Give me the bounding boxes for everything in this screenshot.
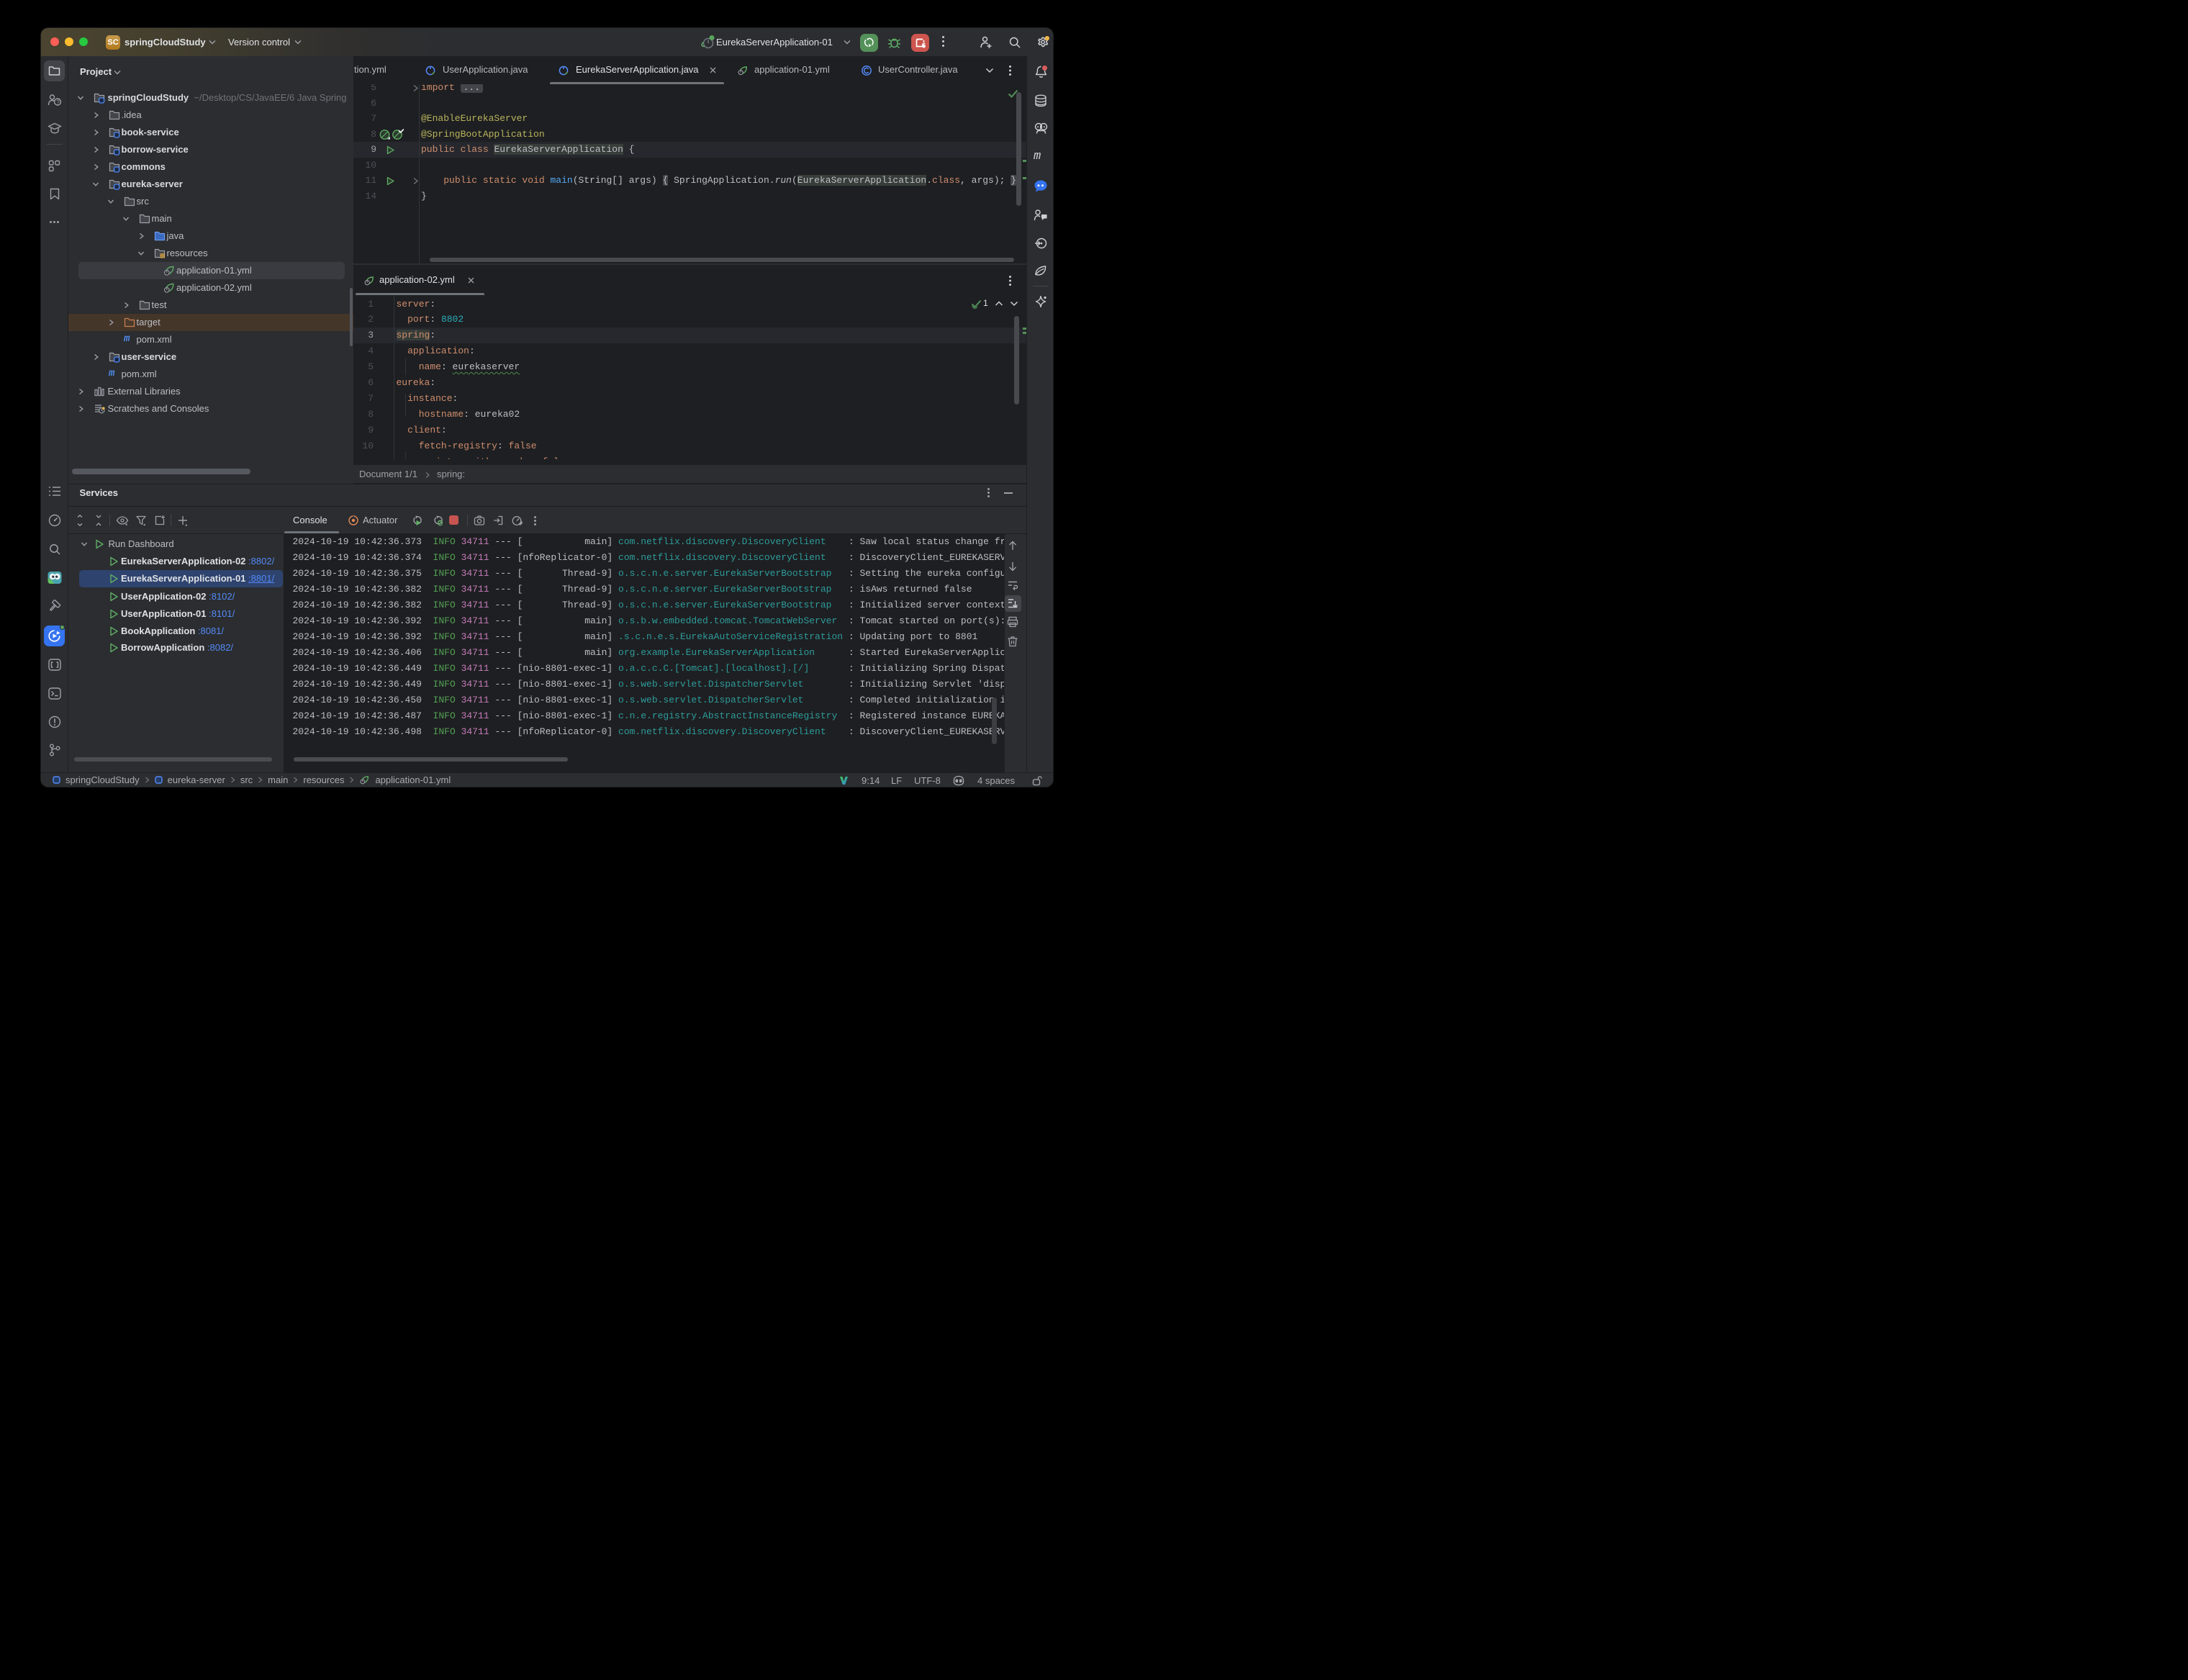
svg-text:6: 6 xyxy=(922,42,926,50)
svg-text:?: ? xyxy=(56,99,60,106)
